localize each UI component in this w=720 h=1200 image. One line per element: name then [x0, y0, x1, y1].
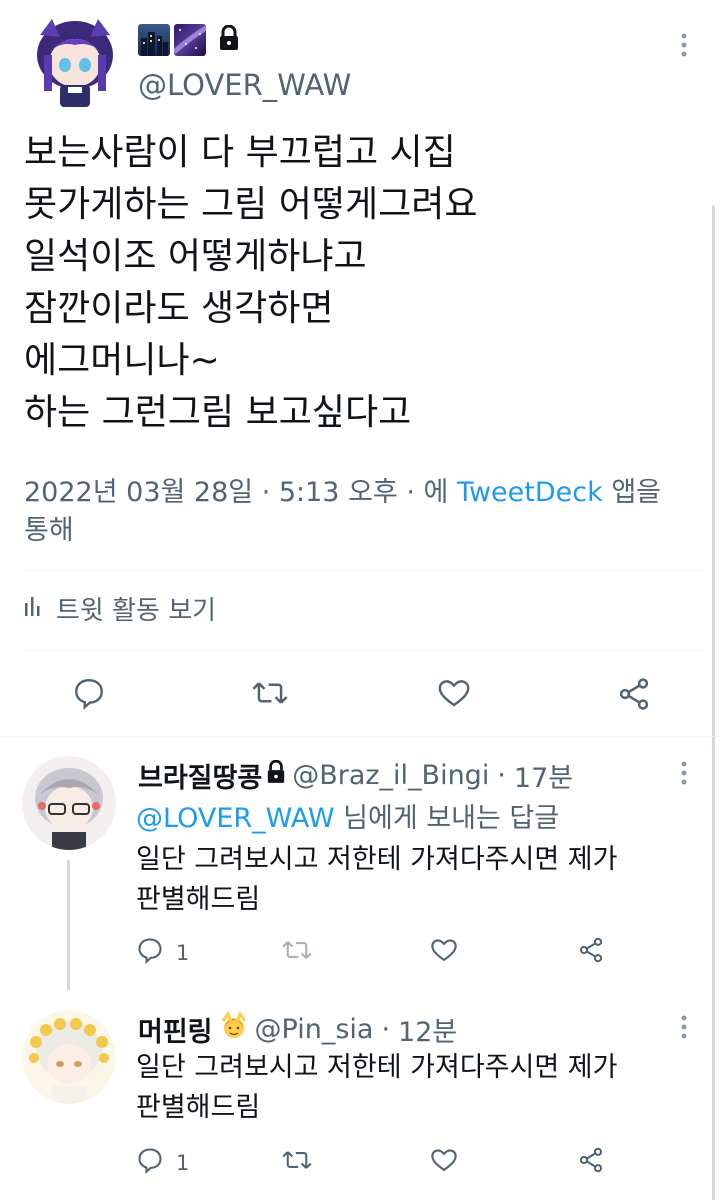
reply-text: 일단 그려보시고 저한테 가져다주시면 제가 판별해드림	[136, 1048, 706, 1128]
reply-count: 1	[176, 1150, 190, 1175]
divider	[24, 570, 704, 571]
tweet-text-line: 하는 그런그림 보고싶다고	[24, 392, 412, 433]
reply-author-handle[interactable]: @Pin_sia	[255, 1014, 374, 1045]
reply-author-handle[interactable]: @Braz_il_Bingi	[292, 760, 489, 791]
reply-icon	[136, 1146, 164, 1179]
retweet-button[interactable]	[282, 1146, 312, 1179]
tweet-meta-suffix: 앱을	[602, 477, 662, 508]
share-icon	[577, 1146, 605, 1179]
reply-button[interactable]: 1	[136, 936, 189, 969]
like-button[interactable]	[437, 676, 471, 715]
more-options-icon[interactable]	[672, 30, 696, 64]
author-handle[interactable]: @LOVER_WAW	[138, 68, 351, 102]
woman-gesturing-ok-emoji	[219, 1010, 249, 1048]
main-avatar[interactable]	[30, 15, 120, 111]
heart-icon	[430, 936, 458, 969]
like-button[interactable]	[430, 1146, 458, 1179]
tweet-text-line: 에그머니나~	[24, 340, 220, 381]
reply-button[interactable]	[72, 676, 106, 715]
reply-avatar[interactable]	[22, 756, 116, 850]
tweet-timestamp[interactable]: 2022년 03월 28일 · 5:13 오후 · 에	[24, 477, 457, 508]
reply-text-line: 판별해드림	[136, 884, 261, 915]
tweet-text-line: 잠깐이라도 생각하면	[24, 288, 334, 329]
replying-to: @LOVER_WAW 님에게 보내는 답글	[136, 796, 559, 835]
reply-time[interactable]: 12분	[398, 1010, 457, 1049]
reply-header: 브라질땅콩 @Braz_il_Bingi · 17분	[138, 756, 573, 795]
share-icon	[616, 676, 652, 717]
tweet-text: 보는사람이 다 부끄럽고 시집 못가게하는 그림 어떻게그려요 일석이조 어떻게…	[24, 127, 704, 439]
heart-icon	[430, 1146, 458, 1179]
separator-dot: ·	[381, 1014, 391, 1045]
milky-way-emoji	[172, 24, 208, 56]
tweet-activity-button[interactable]: 트윗 활동 보기	[24, 590, 216, 627]
retweet-icon	[282, 936, 312, 969]
tweet-activity-label: 트윗 활동 보기	[56, 596, 217, 626]
reply-button[interactable]: 1	[136, 1146, 189, 1179]
bar-chart-icon	[24, 593, 44, 624]
tweet-meta: 2022년 03월 28일 · 5:13 오후 · 에 TweetDeck 앱을…	[24, 474, 704, 550]
mention-link[interactable]: @LOVER_WAW	[136, 803, 335, 834]
reply-action-bar: 1	[0, 1146, 720, 1180]
share-button[interactable]	[616, 676, 652, 717]
tweet-text-line: 보는사람이 다 부끄럽고 시집	[24, 132, 456, 173]
retweet-icon	[252, 676, 288, 715]
reply-text: 일단 그려보시고 저한테 가져다주시면 제가 판별해드림	[136, 840, 706, 920]
tweet-source-link[interactable]: TweetDeck	[457, 477, 603, 508]
divider	[24, 650, 704, 651]
like-button[interactable]	[430, 936, 458, 969]
reply-text-line: 판별해드림	[136, 1092, 261, 1123]
reply-text-line: 일단 그려보시고 저한테 가져다주시면 제가	[136, 1052, 618, 1083]
reply-avatar[interactable]	[22, 1010, 116, 1104]
reply-icon	[72, 676, 106, 715]
tweet-meta-line2: 통해	[24, 515, 74, 546]
main-action-bar	[0, 672, 720, 716]
retweet-icon	[282, 1146, 312, 1179]
tweet-text-line: 일석이조 어떻게하냐고	[24, 236, 367, 277]
reply-author-name[interactable]: 브라질땅콩	[138, 756, 262, 795]
replying-to-suffix: 님에게 보내는 답글	[334, 803, 560, 834]
more-options-icon[interactable]	[672, 1012, 696, 1046]
reply-icon	[136, 936, 164, 969]
reply-action-bar: 1	[0, 936, 720, 970]
retweet-button[interactable]	[252, 676, 288, 715]
lock-icon	[218, 24, 240, 55]
tweet-text-line: 못가게하는 그림 어떻게그려요	[24, 184, 478, 225]
more-options-icon[interactable]	[672, 758, 696, 792]
share-button[interactable]	[577, 1146, 605, 1179]
reply-time[interactable]: 17분	[514, 756, 573, 795]
retweet-button[interactable]	[282, 936, 312, 969]
thread-line	[67, 860, 70, 990]
reply-author-name[interactable]: 머핀링	[138, 1010, 213, 1049]
display-name-emoji	[138, 24, 240, 56]
reply-text-line: 일단 그려보시고 저한테 가져다주시면 제가	[136, 844, 618, 875]
share-button[interactable]	[577, 936, 605, 969]
share-icon	[577, 936, 605, 969]
heart-icon	[437, 676, 471, 715]
reply-header: 머핀링 @Pin_sia · 12분	[138, 1010, 457, 1049]
reply-count: 1	[176, 940, 190, 965]
lock-icon	[266, 759, 286, 791]
separator-dot: ·	[497, 760, 506, 791]
divider	[0, 736, 720, 737]
city-night-emoji	[138, 24, 170, 56]
